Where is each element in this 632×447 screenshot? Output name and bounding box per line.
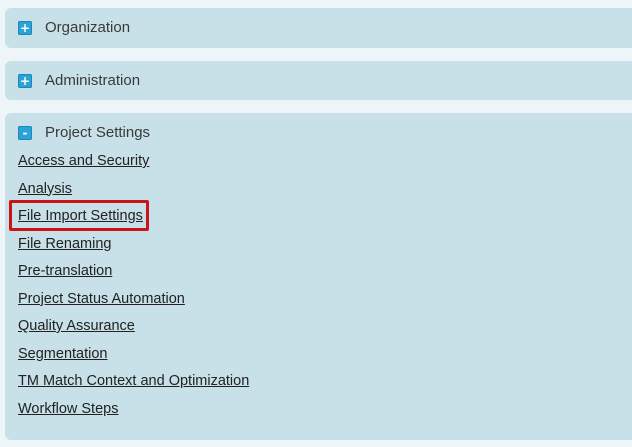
expand-icon[interactable]: + [18, 21, 32, 35]
link-file-import-settings[interactable]: File Import Settings [18, 208, 143, 224]
list-item: Analysis [18, 181, 249, 209]
project-settings-label[interactable]: Project Settings [45, 125, 150, 141]
link-project-status-automation[interactable]: Project Status Automation [18, 291, 185, 307]
list-item: TM Match Context and Optimization [18, 373, 249, 401]
link-analysis[interactable]: Analysis [18, 181, 72, 197]
administration-panel: + Administration [5, 61, 632, 100]
project-settings-link-list: Access and Security Analysis File Import… [18, 153, 249, 428]
collapse-icon[interactable]: - [18, 126, 32, 140]
link-pre-translation[interactable]: Pre-translation [18, 263, 112, 279]
administration-header[interactable]: + Administration [18, 73, 140, 89]
list-item: Quality Assurance [18, 318, 249, 346]
list-item: File Renaming [18, 236, 249, 264]
link-access-and-security[interactable]: Access and Security [18, 153, 149, 169]
project-settings-panel: - Project Settings Access and Security A… [5, 113, 632, 440]
organization-panel: + Organization [5, 8, 632, 48]
list-item: Pre-translation [18, 263, 249, 291]
link-segmentation[interactable]: Segmentation [18, 346, 107, 362]
link-tm-match-context[interactable]: TM Match Context and Optimization [18, 373, 249, 389]
link-file-renaming[interactable]: File Renaming [18, 236, 112, 252]
list-item: Workflow Steps [18, 401, 249, 429]
list-item: Segmentation [18, 346, 249, 374]
administration-label[interactable]: Administration [45, 73, 140, 89]
organization-header[interactable]: + Organization [18, 20, 130, 36]
organization-label[interactable]: Organization [45, 20, 130, 36]
list-item: Access and Security [18, 153, 249, 181]
expand-icon[interactable]: + [18, 74, 32, 88]
project-settings-header[interactable]: - Project Settings [18, 125, 150, 141]
list-item: Project Status Automation [18, 291, 249, 319]
link-workflow-steps[interactable]: Workflow Steps [18, 401, 118, 417]
link-quality-assurance[interactable]: Quality Assurance [18, 318, 135, 334]
list-item: File Import Settings [18, 208, 249, 236]
